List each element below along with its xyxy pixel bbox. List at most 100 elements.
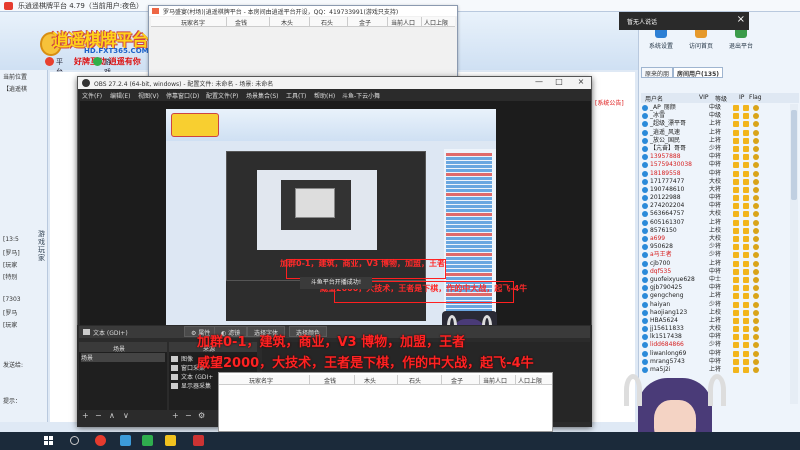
move-up-icon[interactable]: ∧	[109, 411, 115, 420]
tab-room-users[interactable]: 房间用户(135)	[673, 67, 724, 78]
user-name: 605161307	[650, 218, 685, 226]
maximize-icon[interactable]: □	[553, 77, 565, 86]
user-row[interactable]: 15759430038 中将	[641, 161, 791, 169]
user-row[interactable]: gengcheng 上将	[641, 292, 791, 300]
user-name: gengcheng	[650, 292, 684, 300]
user-row[interactable]: haojiang123 上校	[641, 309, 791, 317]
tab-game-room[interactable]: 游戏房间	[92, 56, 113, 96]
scene-item[interactable]: 场景	[81, 353, 165, 362]
platform-title: 乐逍遥棋牌平台 4.79（当前用户:夜色）	[18, 2, 144, 10]
flag-icon	[753, 219, 759, 226]
user-list-scrollbar[interactable]	[790, 104, 798, 404]
vip-badge-icon	[733, 162, 739, 169]
ip-badge-icon	[743, 121, 749, 128]
scene-label: 场景	[81, 355, 94, 362]
user-level: 大校	[709, 235, 722, 242]
user-icon	[642, 203, 648, 210]
user-row[interactable]: lidd684866 少将	[641, 341, 791, 349]
menu-help[interactable]: 帮助(H)	[314, 91, 335, 100]
user-name: _放公_国民	[650, 136, 681, 144]
menu-scene-collection[interactable]: 场景集合(S)	[246, 91, 279, 100]
captured-row	[446, 305, 492, 308]
source-item[interactable]: 文本 (GDI+	[171, 372, 213, 381]
search-icon[interactable]	[70, 436, 79, 445]
taskbar-app-icon[interactable]	[95, 435, 106, 446]
user-icon	[642, 326, 648, 333]
user-level: 中将	[709, 169, 722, 177]
side-label: 游戏玩家	[38, 230, 45, 262]
vip-badge-icon	[733, 186, 739, 193]
user-row[interactable]: 171777477 大校	[641, 178, 791, 186]
ip-badge-icon	[743, 105, 749, 111]
chat-line: [7303	[3, 296, 21, 303]
taskbar-app-icon[interactable]	[165, 435, 176, 446]
captured-row	[446, 197, 492, 200]
source-item[interactable]: 显示器采集	[171, 381, 211, 390]
menu-tools[interactable]: 工具(T)	[286, 91, 306, 100]
user-row[interactable]: 605161307 上将	[641, 219, 791, 227]
source-item[interactable]: 图像	[171, 354, 193, 363]
user-row[interactable]: 【亢奋】哥哥 少将	[641, 145, 791, 153]
vip-badge-icon	[733, 350, 739, 357]
col-player: 玩家名字	[181, 20, 206, 27]
col-pop-limit: 人口上限	[424, 20, 449, 27]
col-wood: 木头	[364, 378, 377, 385]
source-settings-icon[interactable]: ⚙	[198, 411, 205, 420]
window-capture-icon	[171, 365, 178, 371]
user-row[interactable]: 190748610 大将	[641, 186, 791, 194]
move-down-icon[interactable]: ∨	[123, 411, 129, 420]
menu-docks[interactable]: 停靠窗口(D)	[166, 91, 199, 100]
user-row[interactable]: guofeixyue628 中士	[641, 276, 791, 284]
user-row[interactable]: HBA5624 上将	[641, 317, 791, 325]
vip-badge-icon	[733, 219, 739, 226]
user-row[interactable]: _逍遥_风速 上将	[641, 129, 791, 137]
remove-scene-icon[interactable]: −	[95, 411, 102, 420]
menu-profile[interactable]: 配置文件(P)	[206, 91, 238, 100]
add-source-icon[interactable]: +	[172, 411, 179, 420]
scroll-thumb[interactable]	[791, 110, 797, 200]
user-row[interactable]: _超级_漂平哥 上将	[641, 120, 791, 128]
col-ip: IP	[739, 94, 745, 101]
user-row[interactable]: dqf535 中将	[641, 268, 791, 276]
captured-row	[446, 249, 492, 252]
close-icon[interactable]: ×	[575, 77, 587, 86]
minimize-icon[interactable]: —	[533, 77, 545, 86]
vip-badge-icon	[733, 154, 739, 161]
user-row[interactable]: 563664757 大校	[641, 210, 791, 218]
user-row[interactable]: haiyan 少将	[641, 301, 791, 309]
taskbar-app-icon[interactable]	[193, 435, 204, 446]
vip-badge-icon	[733, 121, 739, 128]
user-name: 190748610	[650, 185, 685, 193]
col-population: 当前人口	[391, 20, 416, 27]
vip-badge-icon	[733, 334, 739, 341]
captured-row	[446, 189, 492, 192]
vip-badge-icon	[733, 178, 739, 185]
taskbar-app-icon[interactable]	[120, 435, 131, 446]
user-row[interactable]: cjb700 上将	[641, 260, 791, 268]
taskbar-app-icon[interactable]	[142, 435, 153, 446]
user-row[interactable]: 18189558 中将	[641, 170, 791, 178]
user-row[interactable]: liwanlong69 中将	[641, 350, 791, 358]
close-icon[interactable]: ×	[737, 14, 745, 25]
captured-row	[446, 277, 492, 280]
ip-badge-icon	[743, 154, 749, 161]
menu-file[interactable]: 文件(F)	[82, 91, 102, 100]
user-row[interactable]: _放公_国民 上将	[641, 137, 791, 145]
user-row[interactable]: mrang5743 中将	[641, 358, 791, 366]
avatar-horn	[624, 374, 642, 406]
vip-badge-icon	[733, 358, 739, 365]
menu-douyu[interactable]: 斗鱼-下云小舞	[342, 91, 380, 100]
start-button[interactable]	[44, 436, 53, 445]
user-row[interactable]: a699 大校	[641, 235, 791, 243]
user-row[interactable]: _AP_丽颜 中级	[641, 104, 791, 112]
user-row[interactable]: a马王者 少将	[641, 251, 791, 259]
col-wood: 木头	[281, 20, 294, 27]
menu-view[interactable]: 视图(V)	[138, 91, 159, 100]
tab-friends[interactable]: 原来的朋	[641, 67, 674, 78]
scenes-list[interactable]: 场景	[79, 352, 167, 410]
user-row[interactable]: 8576150 上校	[641, 227, 791, 235]
menu-edit[interactable]: 编辑(E)	[110, 91, 130, 100]
tab-platform-home[interactable]: 平台主页	[44, 56, 65, 96]
add-scene-icon[interactable]: +	[82, 411, 89, 420]
remove-source-icon[interactable]: −	[185, 411, 192, 420]
